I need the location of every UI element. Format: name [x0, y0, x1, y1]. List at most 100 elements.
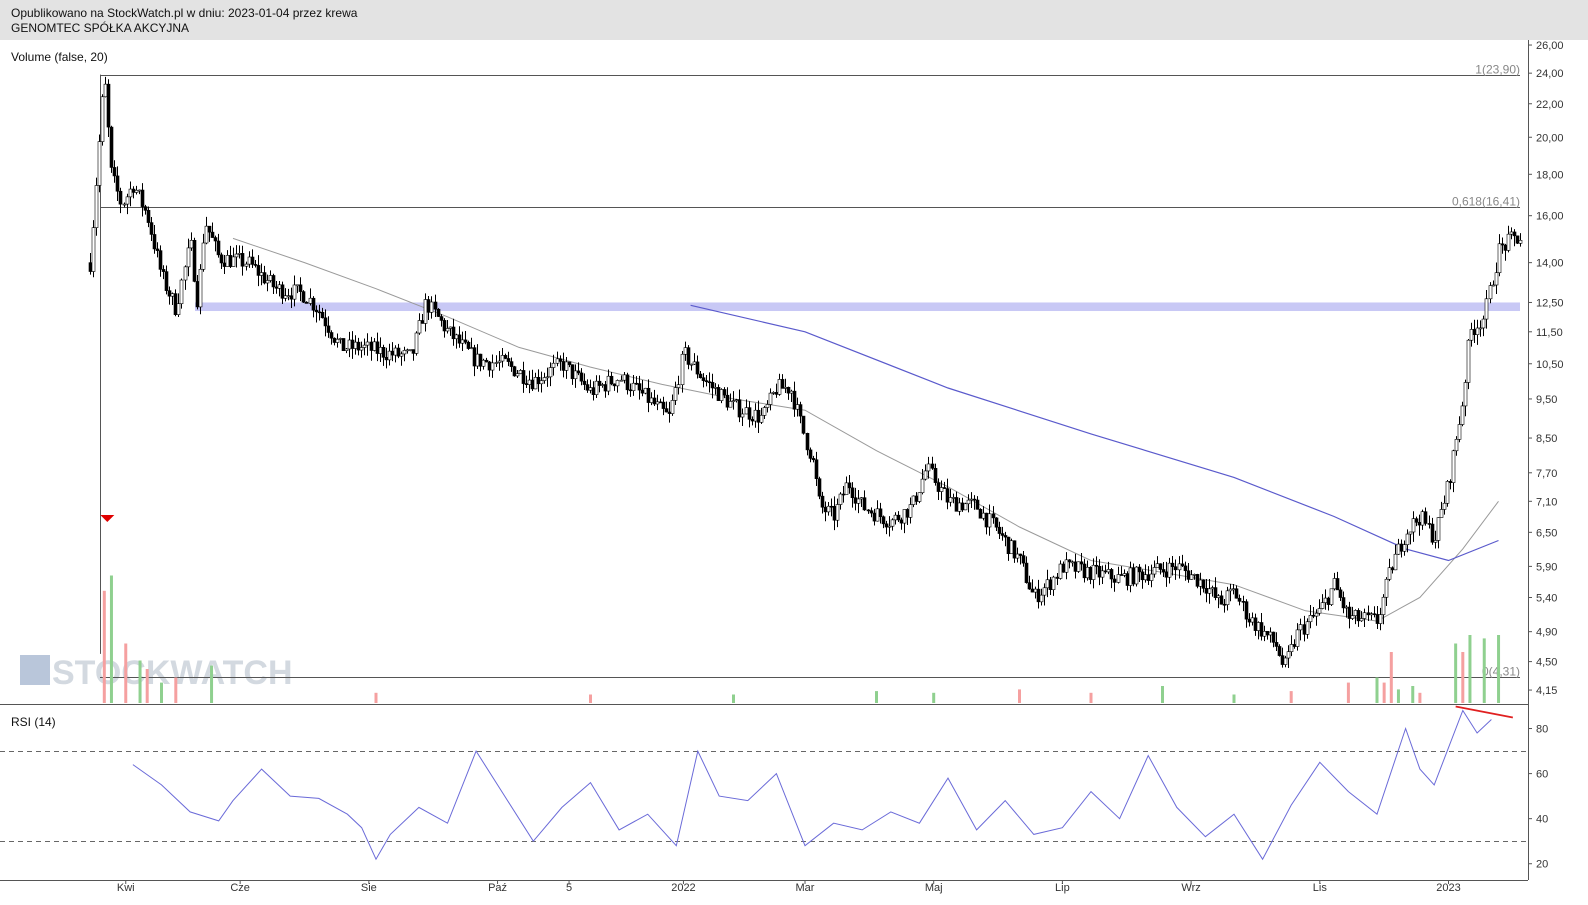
- candle-body: [1076, 561, 1081, 572]
- candle-body: [719, 389, 724, 401]
- price-axis-label: 22,00: [1536, 99, 1564, 111]
- candle-body: [228, 255, 233, 267]
- candle-body: [143, 206, 148, 211]
- candle-body: [966, 499, 971, 505]
- candle-body: [1067, 559, 1072, 563]
- candle-body: [152, 234, 157, 250]
- candle-body: [597, 380, 602, 386]
- candle-body: [1000, 533, 1005, 536]
- volume-bar: [124, 643, 128, 703]
- stock-chart[interactable]: STOCKWATCH 1(23,90) 0,618(16,41) 0(4,31) 26,…: [0, 0, 1588, 905]
- volume-bar: [1161, 686, 1164, 703]
- candle-body: [503, 355, 508, 359]
- candle-body: [783, 386, 788, 389]
- candle-body: [951, 497, 956, 499]
- candle-body: [716, 387, 721, 401]
- candle-body: [917, 492, 922, 502]
- candle-body: [533, 376, 538, 390]
- candle-body: [405, 349, 410, 352]
- candle-body: [646, 387, 651, 403]
- candle-body: [1015, 553, 1020, 559]
- candle-body: [622, 374, 627, 381]
- candle-body: [777, 379, 782, 395]
- candle-body: [494, 362, 499, 364]
- candle-body: [381, 346, 386, 358]
- time-axis-label: Maj: [925, 882, 943, 894]
- candle-body: [771, 392, 776, 394]
- time-axis-label: Lip: [1055, 882, 1070, 894]
- candle-body: [603, 384, 608, 392]
- volume-bar: [109, 575, 113, 703]
- candle-body: [1283, 657, 1288, 665]
- candle-body: [588, 387, 593, 391]
- candle-body: [189, 240, 194, 249]
- candle-body: [1009, 540, 1014, 555]
- candle-body: [271, 275, 276, 288]
- candle-body: [375, 341, 380, 354]
- candle-body: [1503, 244, 1508, 251]
- candle-body: [524, 383, 529, 385]
- candle-body: [832, 506, 837, 521]
- candle-body: [631, 382, 636, 391]
- candle-body: [350, 339, 355, 349]
- candle-body: [759, 415, 764, 423]
- candle-body: [1481, 318, 1486, 329]
- volume-bar: [1389, 652, 1393, 703]
- candle-body: [1143, 574, 1148, 581]
- candle-body: [1308, 615, 1313, 623]
- candle-body: [426, 299, 431, 313]
- fib-level-label: 0(4,31): [1482, 665, 1520, 679]
- candle-body: [204, 225, 209, 244]
- candle-body: [972, 498, 977, 501]
- candle-body: [734, 399, 739, 402]
- candle-body: [94, 185, 99, 228]
- candle-body: [1018, 553, 1023, 556]
- volume-bar: [589, 694, 592, 703]
- candle-body: [905, 509, 910, 518]
- candle-body: [353, 341, 358, 349]
- candle-body: [984, 512, 989, 528]
- candle-body: [1280, 655, 1285, 665]
- candle-body: [1314, 612, 1319, 617]
- candle-body: [1411, 518, 1416, 533]
- candle-body: [1430, 523, 1435, 543]
- candle-body: [1253, 617, 1258, 631]
- candle-body: [1518, 240, 1523, 244]
- volume-bar: [1468, 635, 1472, 703]
- candle-body: [768, 392, 773, 405]
- price-axis-label: 10,50: [1536, 359, 1564, 371]
- candle-body: [926, 463, 931, 472]
- candle-body: [1466, 339, 1471, 383]
- price-axis-label: 11,50: [1536, 327, 1563, 339]
- candle-body: [1103, 570, 1108, 573]
- candle-body: [1460, 405, 1465, 425]
- candle-body: [987, 513, 992, 528]
- candle-body: [640, 389, 645, 394]
- candle-body: [198, 268, 203, 308]
- candle-body: [277, 284, 282, 289]
- candle-body: [801, 415, 806, 434]
- candle-body: [280, 284, 285, 299]
- candle-body: [686, 347, 691, 365]
- candle-body: [1021, 555, 1026, 564]
- candle-body: [899, 519, 904, 524]
- rsi-axis-label: 20: [1536, 859, 1548, 871]
- candle-body: [1167, 562, 1172, 578]
- volume-bar: [102, 590, 106, 703]
- candle-body: [1298, 624, 1303, 631]
- candle-body: [347, 339, 352, 350]
- candle-body: [1350, 615, 1355, 619]
- candle-body: [396, 347, 401, 357]
- candle-body: [97, 141, 102, 186]
- candle-body: [1152, 567, 1157, 575]
- candle-body: [1119, 574, 1124, 576]
- candle-body: [213, 237, 218, 242]
- candle-body: [948, 497, 953, 503]
- candle-body: [429, 301, 434, 313]
- rsi-axis-label: 40: [1536, 814, 1548, 826]
- candle-body: [454, 334, 459, 340]
- time-axis-label: Lis: [1313, 882, 1328, 894]
- candle-body: [460, 339, 465, 344]
- rsi-indicator-label: RSI (14): [11, 715, 56, 729]
- volume-bar: [145, 669, 149, 703]
